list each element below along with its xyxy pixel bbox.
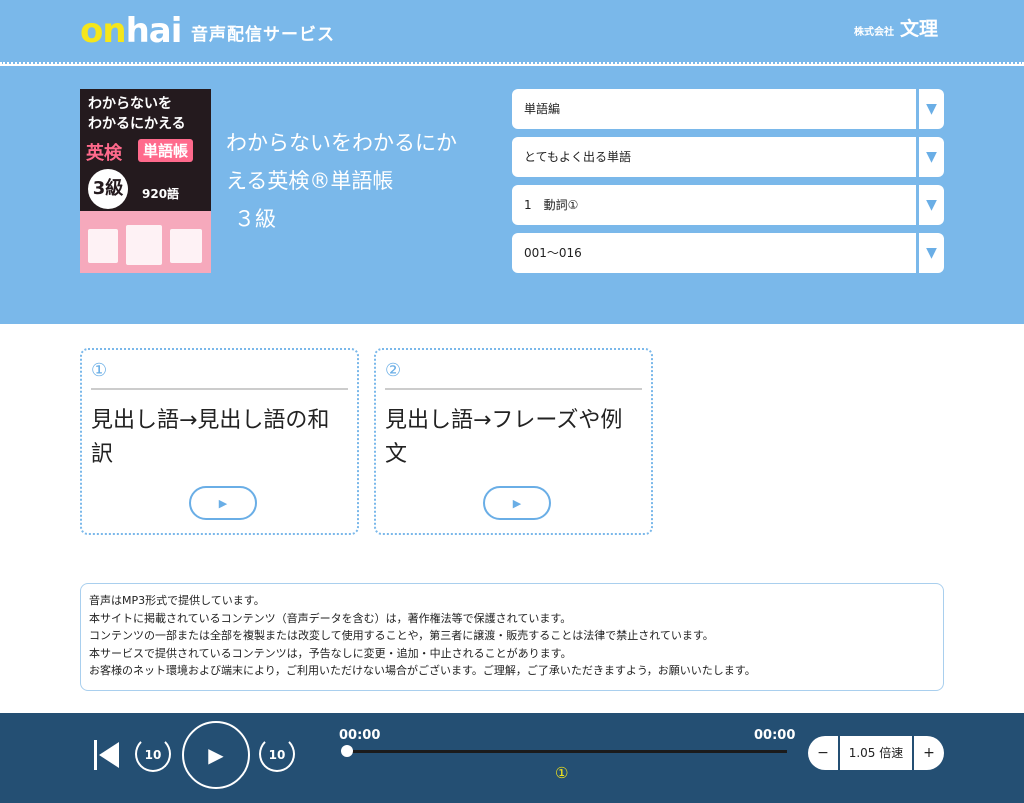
track-title: 見出し語→フレーズや例文 bbox=[385, 408, 623, 467]
track-card-2: ② 見出し語→フレーズや例文 ▶ bbox=[374, 348, 653, 535]
track-play-button[interactable]: ▶ bbox=[483, 486, 551, 520]
play-icon: ▶ bbox=[218, 496, 228, 510]
current-track-indicator: ① bbox=[555, 764, 569, 782]
book-title: わからないをわかるにか える英検®単語帳 ３級 bbox=[226, 131, 457, 231]
unit-select[interactable]: 1 動詞① ▼ bbox=[512, 185, 944, 225]
play-button[interactable]: ▶ bbox=[182, 721, 250, 789]
chevron-down-icon: ▼ bbox=[916, 137, 944, 177]
service-name: 音声配信サービス bbox=[191, 25, 335, 45]
header: onhai 音声配信サービス 株式会社 文理 bbox=[0, 0, 1024, 64]
forward-10-button[interactable]: 10 bbox=[259, 736, 295, 772]
track-title: 見出し語→見出し語の和訳 bbox=[91, 408, 330, 467]
speed-up-button[interactable]: + bbox=[914, 736, 944, 770]
current-time: 00:00 bbox=[339, 728, 381, 743]
play-icon: ▶ bbox=[512, 496, 522, 510]
previous-track-button[interactable] bbox=[94, 740, 124, 770]
copyright-notice: 音声はMP3形式で提供しています。 本サイトに掲載されているコンテンツ（音声デー… bbox=[80, 583, 944, 691]
chevron-down-icon: ▼ bbox=[916, 233, 944, 273]
chevron-down-icon: ▼ bbox=[916, 185, 944, 225]
onhai-logo[interactable]: onhai bbox=[80, 11, 182, 51]
playback-speed-control: − 1.05 倍速 + bbox=[808, 736, 944, 770]
track-number: ② bbox=[385, 360, 402, 381]
forward-icon: 10 bbox=[268, 748, 286, 762]
range-select[interactable]: 001～016 ▼ bbox=[512, 233, 944, 273]
chevron-down-icon: ▼ bbox=[916, 89, 944, 129]
track-card-1: ① 見出し語→見出し語の和訳 ▶ bbox=[80, 348, 359, 535]
book-cover-image: わからないを わかるにかえる 英検 単語帳 3級 920語 bbox=[80, 89, 211, 273]
section-select[interactable]: 単語編 ▼ bbox=[512, 89, 944, 129]
rewind-icon: 10 bbox=[144, 748, 162, 762]
speed-down-button[interactable]: − bbox=[808, 736, 838, 770]
frequency-select[interactable]: とてもよく出る単語 ▼ bbox=[512, 137, 944, 177]
audio-player: 10 ▶ 10 00:00 00:00 ① − 1.05 倍速 + bbox=[0, 713, 1024, 803]
progress-handle[interactable] bbox=[341, 745, 353, 757]
content-selectors: 単語編 ▼ とてもよく出る単語 ▼ 1 動詞① ▼ 001～016 ▼ bbox=[512, 89, 944, 281]
skip-back-icon bbox=[94, 740, 97, 770]
divider bbox=[385, 388, 642, 390]
rewind-10-button[interactable]: 10 bbox=[135, 736, 171, 772]
progress-track[interactable] bbox=[346, 750, 787, 753]
track-number: ① bbox=[91, 360, 108, 381]
speed-value: 1.05 倍速 bbox=[840, 736, 912, 770]
divider bbox=[91, 388, 348, 390]
total-time: 00:00 bbox=[754, 728, 796, 743]
company-name[interactable]: 株式会社 文理 bbox=[854, 14, 938, 41]
play-icon: ▶ bbox=[208, 743, 224, 767]
track-play-button[interactable]: ▶ bbox=[189, 486, 257, 520]
